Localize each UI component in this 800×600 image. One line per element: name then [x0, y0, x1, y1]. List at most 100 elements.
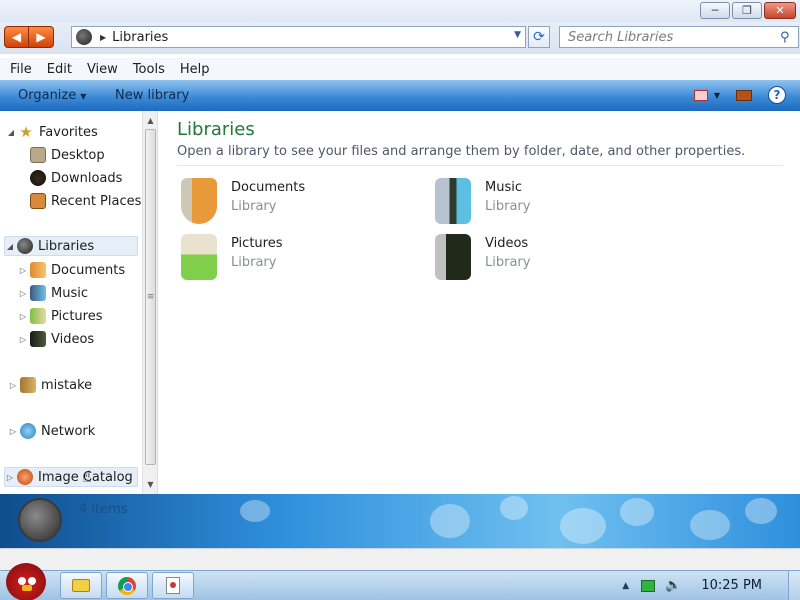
tree-label: Pictures [51, 308, 103, 324]
system-tray: ▲ 🔈 10:25 PM [622, 571, 800, 600]
menu-file[interactable]: File [5, 62, 37, 77]
search-icon[interactable]: ⚲ [780, 30, 798, 45]
expand-libraries-icon[interactable]: ◢ [5, 242, 15, 251]
nav-scrollbar[interactable]: ▲ ≡ ▼ [142, 111, 157, 494]
tree-label: Desktop [51, 147, 105, 163]
library-name: Documents [231, 180, 306, 195]
command-bar: Organize ▼ New library ▼ ? [0, 80, 800, 111]
organize-caret-icon: ▼ [80, 92, 87, 101]
tree-item-image-catalog[interactable]: ▷ Image Catalog [4, 467, 138, 487]
menu-view[interactable]: View [82, 62, 123, 77]
library-documents[interactable]: Documents Library [181, 178, 401, 228]
item-count: 4 items [79, 502, 128, 517]
videos-library-icon [435, 234, 471, 280]
app-icon [166, 577, 180, 594]
tree-item-desktop[interactable]: Desktop [30, 145, 105, 165]
back-button[interactable]: ◀ [4, 26, 29, 48]
favorites-star-icon: ★ [19, 123, 33, 141]
library-pictures[interactable]: Pictures Library [181, 234, 401, 284]
new-library-button[interactable]: New library [115, 88, 189, 103]
refresh-button[interactable]: ⟳ [528, 26, 550, 48]
expand-favorites-icon[interactable]: ◢ [6, 128, 16, 137]
expand-documents-icon[interactable]: ▷ [18, 266, 28, 275]
scroll-down-icon[interactable]: ▼ [143, 477, 157, 492]
maximize-button[interactable]: ❐ [732, 2, 762, 19]
network-icon [20, 423, 36, 439]
volume-icon[interactable]: 🔈 [665, 578, 681, 593]
navigation-pane: ◢ ★ Favorites Desktop Downloads Recent P… [0, 111, 158, 494]
network-status-icon[interactable] [641, 579, 656, 592]
start-orb-eye [18, 577, 26, 585]
pictures-icon [30, 308, 46, 324]
breadcrumb-libraries[interactable]: Libraries [112, 30, 168, 45]
library-videos[interactable]: Videos Library [435, 234, 655, 284]
change-view-icon[interactable] [693, 89, 708, 101]
window-controls: ─ ❐ ✕ [700, 2, 796, 19]
help-icon[interactable]: ? [768, 86, 786, 104]
close-button[interactable]: ✕ [764, 2, 796, 19]
libraries-large-icon [18, 498, 62, 542]
address-dropdown-icon[interactable]: ▼ [514, 30, 521, 40]
tree-item-downloads[interactable]: Downloads [30, 168, 122, 188]
tree-item-music[interactable]: ▷ Music [18, 283, 88, 303]
tree-favorites[interactable]: ◢ ★ Favorites [6, 122, 98, 142]
show-desktop-button[interactable] [788, 571, 800, 600]
content-pane: Libraries Open a library to see your fil… [159, 111, 800, 494]
address-bar[interactable]: ▶ Libraries ▼ [71, 26, 526, 48]
library-name: Pictures [231, 236, 283, 251]
expand-music-icon[interactable]: ▷ [18, 289, 28, 298]
recent-places-icon [30, 193, 46, 209]
tree-item-pictures[interactable]: ▷ Pictures [18, 306, 102, 326]
library-type: Library [231, 199, 277, 214]
show-hidden-icons-icon[interactable]: ▲ [622, 581, 629, 591]
menu-tools[interactable]: Tools [128, 62, 170, 77]
tree-label: Network [41, 423, 96, 439]
search-input[interactable] [560, 29, 780, 45]
taskbar-explorer-button[interactable] [60, 572, 102, 599]
expand-image-catalog-icon[interactable]: ▷ [5, 473, 15, 482]
scroll-up-icon[interactable]: ▲ [143, 113, 157, 128]
organize-button[interactable]: Organize ▼ [18, 88, 86, 103]
tree-libraries[interactable]: ◢ Libraries [4, 236, 138, 256]
libraries-icon [76, 29, 92, 45]
breadcrumb-arrow-icon[interactable]: ▶ [100, 33, 106, 42]
taskbar-chrome-button[interactable] [106, 572, 148, 599]
forward-arrow-icon: ▶ [36, 30, 46, 44]
menu-help[interactable]: Help [175, 62, 215, 77]
bokeh-decoration [500, 496, 528, 520]
preview-pane-icon[interactable] [736, 89, 752, 101]
tree-item-videos[interactable]: ▷ Videos [18, 329, 94, 349]
tree-item-mistake[interactable]: ▷ mistake [8, 375, 92, 395]
libraries-icon [17, 238, 33, 254]
scroll-thumb[interactable]: ≡ [145, 129, 156, 465]
tree-label: mistake [41, 377, 93, 393]
bokeh-decoration [620, 498, 654, 526]
forward-button[interactable]: ▶ [29, 26, 54, 48]
organize-label: Organize [18, 88, 77, 103]
tree-item-recent-places[interactable]: Recent Places [30, 191, 141, 211]
library-type: Library [485, 199, 531, 214]
expand-videos-icon[interactable]: ▷ [18, 335, 28, 344]
minimize-button[interactable]: ─ [700, 2, 730, 19]
refresh-icon: ⟳ [533, 29, 545, 45]
taskbar: ▲ 🔈 10:25 PM [0, 563, 800, 600]
menu-edit[interactable]: Edit [42, 62, 77, 77]
pictures-library-icon [181, 234, 217, 280]
expand-pictures-icon[interactable]: ▷ [18, 312, 28, 321]
tree-item-documents[interactable]: ▷ Documents [18, 260, 125, 280]
expand-network-icon[interactable]: ▷ [8, 427, 18, 436]
status-strip [0, 548, 800, 570]
library-music[interactable]: Music Library [435, 178, 655, 228]
taskbar-app-button[interactable] [152, 572, 194, 599]
tree-item-network[interactable]: ▷ Network [8, 421, 95, 441]
view-options-caret-icon[interactable]: ▼ [714, 91, 720, 100]
start-orb-beak [22, 585, 32, 591]
expand-mistake-icon[interactable]: ▷ [8, 381, 18, 390]
homegroup-user-icon [20, 377, 36, 393]
clock[interactable]: 10:25 PM [701, 578, 762, 593]
folder-icon [72, 579, 90, 592]
desktop-icon [30, 147, 46, 163]
start-button[interactable] [6, 563, 46, 600]
details-pane: 4 items [0, 494, 800, 548]
library-name: Music [485, 180, 522, 195]
